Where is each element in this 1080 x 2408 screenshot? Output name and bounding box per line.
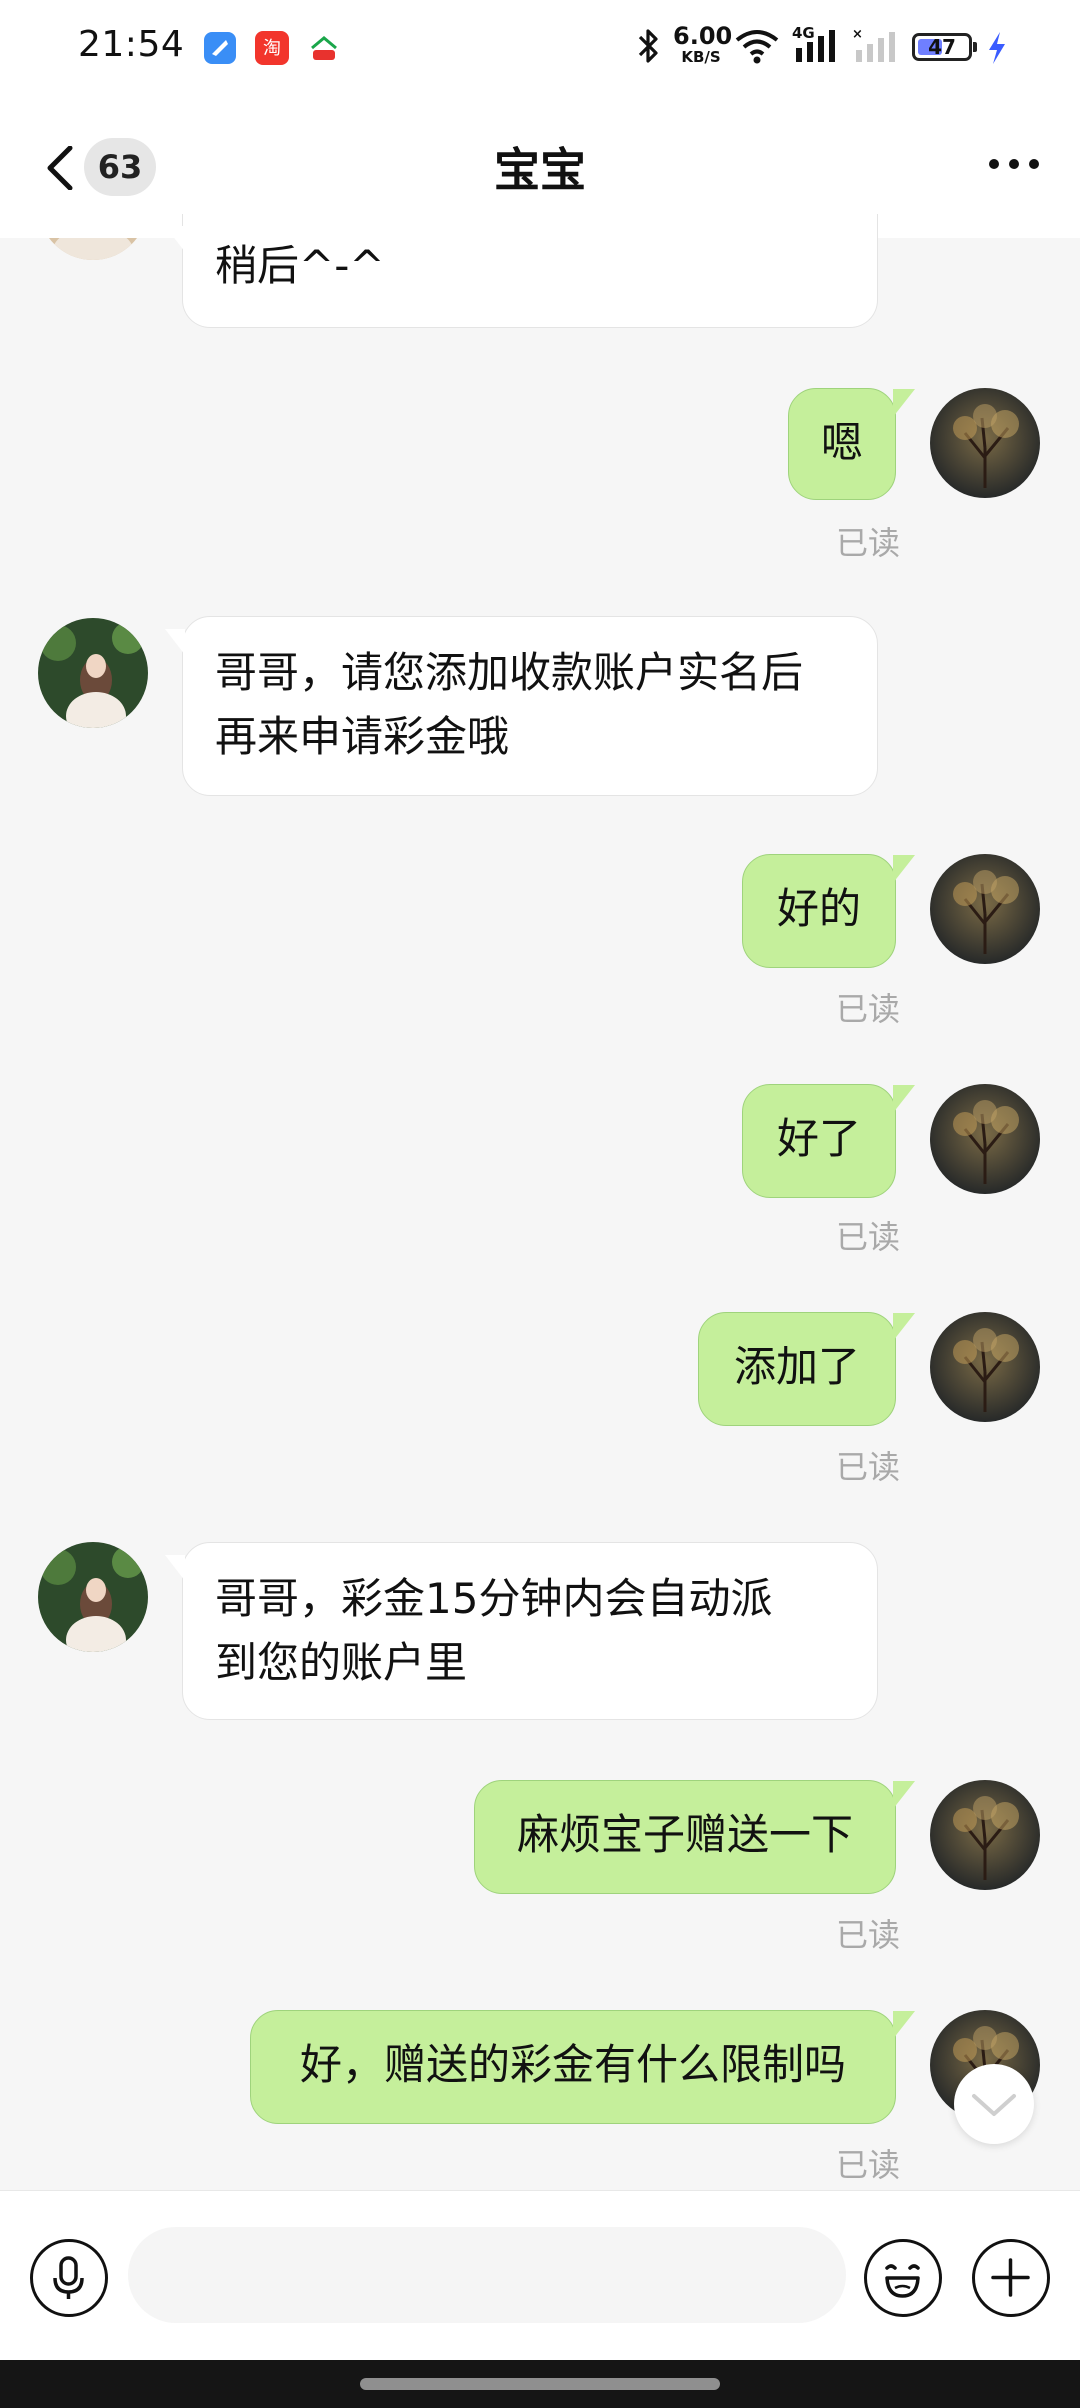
outgoing-bubble[interactable]: 好的 <box>742 854 915 968</box>
outgoing-bubble[interactable]: 添加了 <box>698 1312 915 1426</box>
message-line: 到您的账户里 <box>215 1638 468 1687</box>
outgoing-bubble[interactable]: 嗯 <box>788 388 915 500</box>
net-speed: 6.00 KB/S <box>673 22 733 66</box>
contact-avatar[interactable] <box>38 618 148 728</box>
contact-avatar[interactable] <box>38 1542 148 1652</box>
svg-text:4G: 4G <box>792 24 815 42</box>
incoming-bubble[interactable]: 稍后^-^ <box>165 214 878 328</box>
message-text: 稍后^-^ <box>215 241 385 290</box>
taobao-icon: 淘 <box>254 30 290 66</box>
svg-text:×: × <box>852 28 863 42</box>
emoji-button[interactable] <box>864 2239 942 2317</box>
message-input[interactable] <box>128 2227 846 2323</box>
my-avatar[interactable] <box>930 1084 1040 1194</box>
bluetooth-icon <box>636 26 662 70</box>
message-text: 麻烦宝子赠送一下 <box>516 1810 853 1859</box>
my-avatar[interactable] <box>930 1780 1040 1890</box>
microphone-icon <box>53 2256 84 2299</box>
message-line: 哥哥，请您添加收款账户实名后 <box>215 648 804 697</box>
plus-icon <box>991 2258 1030 2297</box>
more-icon[interactable] <box>984 144 1044 184</box>
outgoing-bubble[interactable]: 好，赠送的彩金有什么限制吗 <box>250 2010 915 2124</box>
signal-2-icon: × <box>852 27 898 70</box>
voice-button[interactable] <box>30 2239 108 2317</box>
scroll-to-bottom-button[interactable] <box>954 2064 1034 2144</box>
message-text: 添加了 <box>733 1342 860 1391</box>
home-indicator[interactable] <box>360 2378 720 2390</box>
message-line: 哥哥，彩金15分钟内会自动派 <box>215 1574 773 1623</box>
my-avatar[interactable] <box>930 388 1040 498</box>
charging-icon <box>986 30 1008 70</box>
chevron-down-icon <box>972 2094 1016 2116</box>
blue-app-icon <box>202 30 238 66</box>
add-attachment-button[interactable] <box>972 2239 1050 2317</box>
read-receipt: 已读 <box>836 524 901 562</box>
read-receipt: 已读 <box>836 1916 901 1954</box>
status-bar: 21:54 淘 6.00 KB/S 4G × 47 <box>0 0 1080 96</box>
message-text: 好，赠送的彩金有什么限制吗 <box>299 2040 846 2089</box>
outgoing-bubble[interactable]: 好了 <box>742 1084 915 1198</box>
incoming-bubble[interactable]: 哥哥，彩金15分钟内会自动派 到您的账户里 <box>165 1542 878 1720</box>
svg-text:淘: 淘 <box>263 38 281 59</box>
input-bar <box>0 2190 1080 2361</box>
signal-icon: 4G <box>792 24 840 70</box>
status-time: 21:54 <box>78 24 185 65</box>
read-receipt: 已读 <box>836 1218 901 1256</box>
navigation-bar <box>0 2360 1080 2408</box>
battery-indicator: 47 <box>912 33 977 61</box>
emoji-icon <box>885 2264 920 2298</box>
wifi-icon <box>734 28 780 68</box>
read-receipt: 已读 <box>836 2146 901 2184</box>
mall-app-icon <box>306 30 342 66</box>
incoming-bubble[interactable]: 哥哥，请您添加收款账户实名后 再来申请彩金哦 <box>165 616 878 796</box>
chat-title: 宝宝 <box>494 143 586 197</box>
message-line: 再来申请彩金哦 <box>215 712 510 761</box>
my-avatar[interactable] <box>930 1312 1040 1422</box>
message-text: 好的 <box>776 884 861 933</box>
outgoing-bubble[interactable]: 麻烦宝子赠送一下 <box>474 1780 915 1894</box>
read-receipt: 已读 <box>836 1448 901 1486</box>
read-receipt: 已读 <box>836 990 901 1028</box>
message-text: 好了 <box>776 1114 861 1163</box>
my-avatar[interactable] <box>930 854 1040 964</box>
message-text: 嗯 <box>820 418 863 467</box>
